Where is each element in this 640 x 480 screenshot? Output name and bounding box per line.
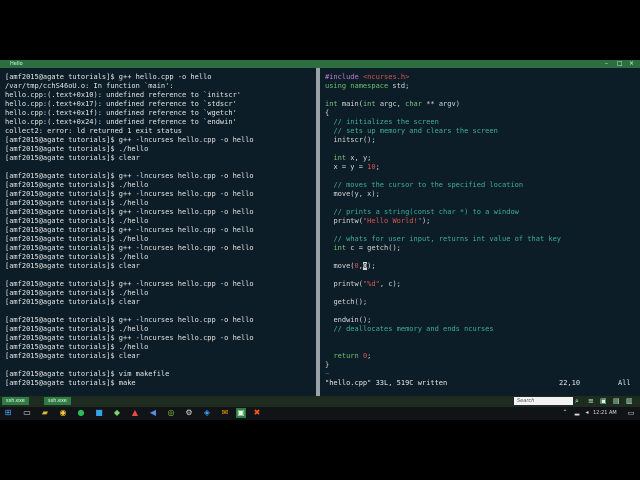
code-line-19: // whats for user input, returns int val…: [333, 235, 562, 243]
minimize-icon[interactable]: –: [605, 60, 608, 68]
chrome-icon[interactable]: ◉: [58, 408, 68, 418]
code-line-1: #include <ncurses.h>: [325, 73, 410, 81]
terminal-line: hello.cpp:(.text+0x10): undefined refere…: [5, 91, 242, 99]
app-icon-1[interactable]: ■: [94, 408, 104, 418]
clock[interactable]: 12:21 AM: [593, 409, 617, 418]
code-line-13: // moves the cursor to the specified loc…: [333, 181, 524, 189]
terminal-line: [amf2015@agate tutorials]$ ./hello: [5, 217, 149, 225]
code-line-10: int x, y;: [333, 154, 372, 162]
settings-icon[interactable]: ≡: [588, 396, 594, 406]
app-icon-5[interactable]: ◎: [166, 408, 176, 418]
terminal-line: [amf2015@agate tutorials]$ vim makefile: [5, 370, 170, 378]
terminal-line: [amf2015@agate tutorials]$ ./hello: [5, 145, 149, 153]
terminal-line: [amf2015@agate tutorials]$ ./hello: [5, 181, 149, 189]
volume-icon[interactable]: ◂: [582, 408, 592, 418]
app-icon-4[interactable]: ◀: [148, 408, 158, 418]
app-icon-8[interactable]: ✉: [220, 408, 230, 418]
code-line-8: initscr();: [333, 136, 376, 144]
search-input[interactable]: Search: [514, 397, 573, 405]
system-tray-icons[interactable]: ⌃: [560, 408, 570, 418]
notifications-icon[interactable]: ▭: [626, 408, 636, 418]
code-line-16: // prints a string(const char *) to a wi…: [333, 208, 519, 216]
terminal-line: [amf2015@agate tutorials]$ ./hello: [5, 253, 149, 261]
search-icon[interactable]: ⌕: [575, 396, 579, 406]
terminal-line: [amf2015@agate tutorials]$ g++ -lncurses…: [5, 316, 254, 324]
taskbar: ⊞ ▭ ▰ ◉ ● ■ ◆ ▲ ◀ ◎ ⚙ ◈ ✉ ▣ ✖ ⌃ ▂ ◂ 12:2…: [0, 407, 640, 420]
terminal-line: hello.cpp:(.text+0x17): undefined refere…: [5, 100, 237, 108]
vim-scroll-indicator: All: [618, 379, 631, 387]
code-line-6: // initializes the screen: [333, 118, 439, 126]
tab-ssh-2[interactable]: ssh.exe: [44, 397, 71, 405]
vim-status-message: "hello.cpp" 33L, 519C written: [325, 379, 448, 387]
code-line-5: {: [325, 109, 330, 117]
terminal-line: [amf2015@agate tutorials]$ clear: [5, 352, 140, 360]
vim-editor-pane[interactable]: #include <ncurses.h> using namespace std…: [320, 68, 640, 396]
terminal-line: [amf2015@agate tutorials]$ clear: [5, 154, 140, 162]
console-icon[interactable]: ▣: [600, 396, 607, 406]
spotify-icon[interactable]: ●: [76, 408, 86, 418]
task-view-icon[interactable]: ▭: [22, 408, 32, 418]
terminal-line: [amf2015@agate tutorials]$ clear: [5, 298, 140, 306]
code-line-2: using namespace std;: [325, 82, 410, 90]
network-icon[interactable]: ▂: [572, 408, 582, 418]
menu-icon[interactable]: ▥: [626, 396, 633, 406]
code-line-4: int main(int argc, char ** argv): [325, 100, 460, 108]
code-line-33: }: [325, 361, 330, 369]
terminal-line: hello.cpp:(.text+0x1f): undefined refere…: [5, 109, 237, 117]
code-line-28: endwin();: [333, 316, 372, 324]
code-line-24: printw("%d", c);: [333, 280, 401, 288]
terminal-line: [amf2015@agate tutorials]$ ./hello: [5, 343, 149, 351]
terminal-line: [amf2015@agate tutorials]$ g++ -lncurses…: [5, 136, 254, 144]
terminal-line: [amf2015@agate tutorials]$ g++ -lncurses…: [5, 190, 254, 198]
terminal-line: collect2: error: ld returned 1 exit stat…: [5, 127, 183, 135]
code-line-11: x = y = 10;: [333, 163, 380, 171]
file-explorer-icon[interactable]: ▰: [40, 408, 50, 418]
app-icon-3[interactable]: ▲: [130, 408, 140, 418]
terminal-line: [amf2015@agate tutorials]$ g++ -lncurses…: [5, 226, 254, 234]
terminal-line: [amf2015@agate tutorials]$ g++ -lncurses…: [5, 208, 254, 216]
app-icon-2[interactable]: ◆: [112, 408, 122, 418]
terminal-line: [amf2015@agate tutorials]$ g++ -lncurses…: [5, 172, 254, 180]
terminal-tab-bar: ssh.exe ssh.exe Search ⌕ ≡ ▣ ▤ ▥: [0, 396, 640, 407]
close-icon[interactable]: ×: [629, 60, 634, 68]
code-line-29: // deallocates memory and ends ncurses: [333, 325, 494, 333]
terminal-line: [amf2015@agate tutorials]$ ./hello: [5, 289, 149, 297]
app-icon-6[interactable]: ⚙: [184, 408, 194, 418]
code-line-20: int c = getch();: [333, 244, 401, 252]
window-titlebar[interactable]: Hello – □ ×: [0, 60, 640, 68]
terminal-line: [amf2015@agate tutorials]$ g++ -lncurses…: [5, 244, 254, 252]
terminal-line: [amf2015@agate tutorials]$ make: [5, 379, 136, 387]
tab-ssh-1[interactable]: ssh.exe: [2, 397, 29, 405]
terminal-app-icon[interactable]: ▣: [236, 408, 246, 418]
maximize-icon[interactable]: □: [617, 60, 623, 68]
app-icon-7[interactable]: ◈: [202, 408, 212, 418]
terminal-line: /var/tmp/cchS46oU.o: In function `main':: [5, 82, 174, 90]
terminal-line: hello.cpp:(.text+0x24): undefined refere…: [5, 118, 237, 126]
code-line-32: return 0;: [333, 352, 372, 360]
code-line-26: getch();: [333, 298, 368, 306]
terminal-line: [amf2015@agate tutorials]$ ./hello: [5, 235, 149, 243]
terminal-line: [amf2015@agate tutorials]$ g++ -lncurses…: [5, 334, 254, 342]
shell-terminal-pane[interactable]: [amf2015@agate tutorials]$ g++ hello.cpp…: [0, 68, 316, 396]
terminal-line: [amf2015@agate tutorials]$ ./hello: [5, 199, 149, 207]
empty-line-tilde: ~: [325, 370, 330, 378]
app-icon-9[interactable]: ✖: [252, 408, 262, 418]
terminal-line: [amf2015@agate tutorials]$ ./hello: [5, 325, 149, 333]
code-line-14: move(y, x);: [333, 190, 380, 198]
terminal-line: [amf2015@agate tutorials]$ clear: [5, 262, 140, 270]
letterbox-top: [0, 0, 640, 60]
code-line-17: printw("Hello World!");: [333, 217, 431, 225]
lock-icon[interactable]: ▤: [613, 396, 620, 406]
code-line-22: move(0,0);: [333, 262, 376, 270]
terminal-line: [amf2015@agate tutorials]$ g++ hello.cpp…: [5, 73, 212, 81]
start-icon[interactable]: ⊞: [3, 408, 13, 418]
terminal-line: [amf2015@agate tutorials]$ g++ -lncurses…: [5, 280, 254, 288]
code-line-7: // sets up memory and clears the screen: [333, 127, 498, 135]
vim-cursor-position: 22,10: [559, 379, 581, 387]
letterbox-bottom: [0, 420, 640, 480]
window-title: Hello: [10, 61, 23, 67]
